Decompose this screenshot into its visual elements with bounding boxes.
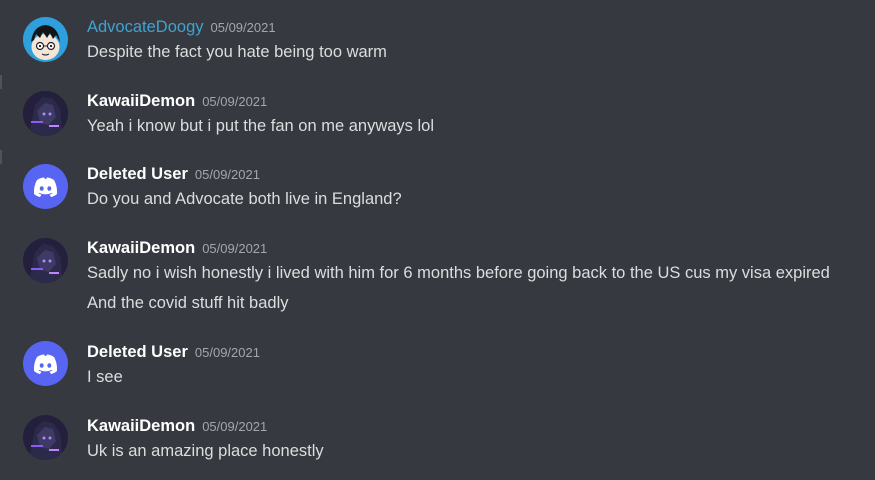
message-timestamp[interactable]: 05/09/2021 — [211, 20, 276, 35]
message-header: KawaiiDemon 05/09/2021 — [87, 91, 267, 112]
discord-logo-icon[interactable] — [23, 164, 68, 209]
dark-anime-avatar-icon[interactable] — [23, 238, 68, 283]
message-header: Deleted User 05/09/2021 — [87, 342, 260, 363]
message-header: AdvocateDoogy 05/09/2021 — [87, 17, 276, 38]
message-timestamp[interactable]: 05/09/2021 — [202, 419, 267, 434]
message-text: Do you and Advocate both live in England… — [87, 190, 402, 208]
username[interactable]: KawaiiDemon — [87, 92, 195, 110]
message-text: I see — [87, 368, 123, 386]
message-header: KawaiiDemon 05/09/2021 — [87, 416, 267, 437]
scroll-edge-marker — [0, 150, 2, 164]
cartoon-boy-avatar-icon[interactable] — [23, 17, 68, 62]
username[interactable]: KawaiiDemon — [87, 417, 195, 435]
message-text: And the covid stuff hit badly — [87, 294, 289, 312]
dark-anime-avatar-icon[interactable] — [23, 415, 68, 460]
message-text: Sadly no i wish honestly i lived with hi… — [87, 264, 830, 282]
message-timestamp[interactable]: 05/09/2021 — [195, 345, 260, 360]
message-text: Yeah i know but i put the fan on me anyw… — [87, 117, 435, 135]
username[interactable]: Deleted User — [87, 165, 188, 183]
username[interactable]: KawaiiDemon — [87, 239, 195, 257]
message-header: KawaiiDemon 05/09/2021 — [87, 238, 267, 259]
username[interactable]: AdvocateDoogy — [87, 18, 204, 36]
username[interactable]: Deleted User — [87, 343, 188, 361]
discord-logo-icon[interactable] — [23, 341, 68, 386]
message-text: Uk is an amazing place honestly — [87, 442, 324, 460]
message-timestamp[interactable]: 05/09/2021 — [195, 167, 260, 182]
scroll-edge-marker — [0, 75, 2, 89]
message-text: Despite the fact you hate being too warm — [87, 43, 387, 61]
message-timestamp[interactable]: 05/09/2021 — [202, 241, 267, 256]
chat-message-list: AdvocateDoogy 05/09/2021 Despite the fact… — [0, 0, 875, 480]
message-timestamp[interactable]: 05/09/2021 — [202, 94, 267, 109]
dark-anime-avatar-icon[interactable] — [23, 91, 68, 136]
message-header: Deleted User 05/09/2021 — [87, 164, 260, 185]
